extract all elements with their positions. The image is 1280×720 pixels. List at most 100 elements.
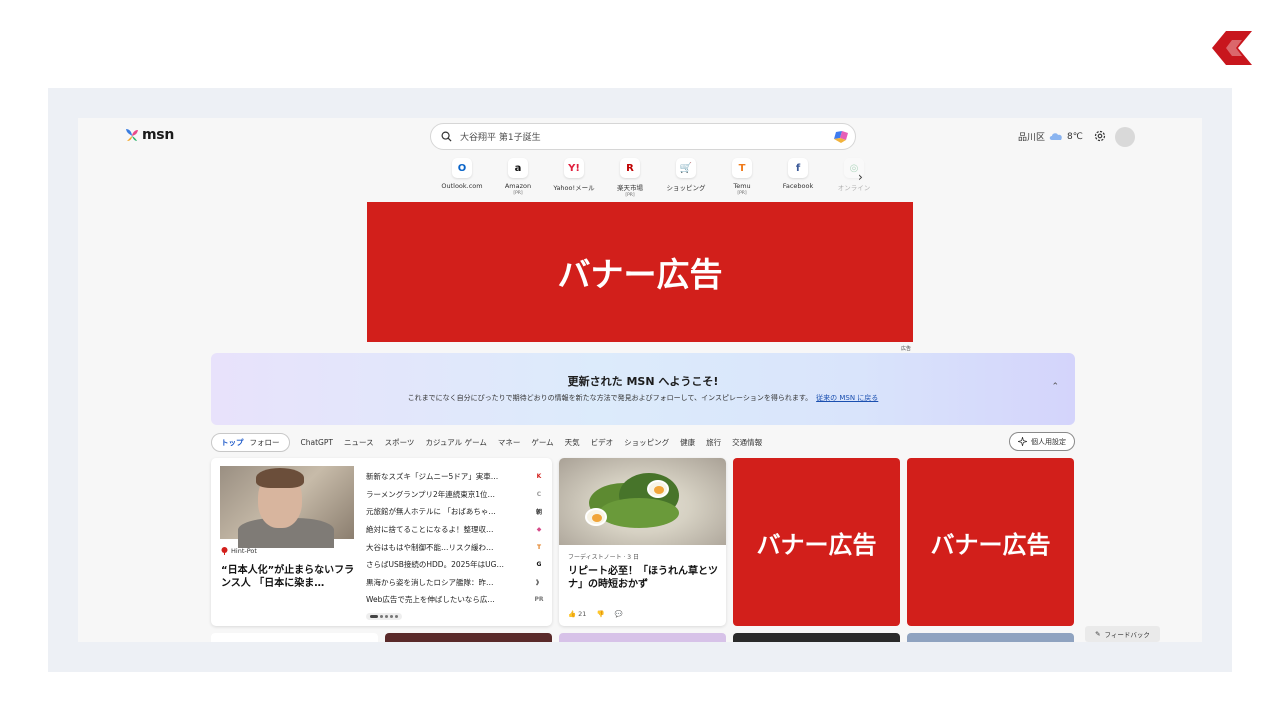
quick-link-label: Facebook [782,182,814,190]
headline-item[interactable]: ラーメングランプリ2年連続東京1位… C [366,486,544,504]
headline-item[interactable]: 大谷はもはや制御不能…リスク緩わ… T [366,538,544,556]
profile-avatar[interactable] [1115,127,1135,147]
tab-money[interactable]: マネー [498,437,521,448]
feedback-icon: ✎ [1095,630,1101,638]
headline-text: 元旅館が無人ホテルに 「おばあちゃ… [366,507,496,517]
publisher-logo-icon: 》 [535,579,542,587]
tab-games[interactable]: ゲーム [531,437,553,448]
next-row-card-3[interactable] [559,633,726,642]
tab-top[interactable]: トップ [218,437,247,448]
dislike-icon[interactable]: 👎 [596,610,604,618]
carousel-pager[interactable] [366,613,402,620]
category-tabs: トップ フォロー ChatGPT ニュース スポーツ カジュアル ゲーム マネー… [211,432,1075,452]
ad-label: 広告 [901,346,912,352]
search-box[interactable]: 大谷翔平 第1子誕生 [430,123,856,150]
headline-item[interactable]: Web広告で売上を伸ばしたいなら広… PR [366,591,544,609]
quick-link-label: Yahoo!メール [553,184,595,192]
welcome-panel: 更新された MSN へようこそ! これまでになく自分にぴったりで期待どおりの情報… [211,353,1075,425]
headline-text: さらばUSB接続のHDD。2025年はUG… [366,560,504,570]
weather-location: 品川区 [1018,133,1046,143]
publisher-logo-icon: ◆ [536,526,542,534]
personalize-button[interactable]: 個人用設定 [1009,432,1075,451]
facebook-icon: f [788,158,808,178]
quick-links-next-icon[interactable]: › [858,170,863,184]
tab-follow[interactable]: フォロー [247,437,283,448]
msn-logo[interactable]: msn [124,127,174,143]
quick-link-label: オンライン [837,184,871,192]
feature-source: Hint-Pot [221,547,257,555]
next-row-card-5[interactable] [907,633,1074,642]
tab-chatgpt[interactable]: ChatGPT [301,438,333,447]
settings-gear-icon[interactable] [1093,129,1107,143]
like-count: 21 [578,610,587,618]
feature-headline[interactable]: “日本人化”が止まらないフランス人 「日本に染ま… [221,564,356,590]
next-row-card-1[interactable] [211,633,378,642]
tab-shopping[interactable]: ショッピング [624,437,669,448]
publisher-logo-icon: T [536,543,542,551]
headline-list: 新新なスズキ「ジムニー5ドア」実車… K ラーメングランプリ2年連続東京1位… C 元旅… [366,468,544,609]
msn-logo-text: msn [142,127,174,143]
quick-link-label: ショッピング [666,184,706,192]
copilot-icon[interactable] [833,129,849,145]
quick-link-4[interactable]: 🛒 ショッピング [658,158,714,198]
feature-source-name: Hint-Pot [231,547,257,555]
quick-link-6[interactable]: f Facebook [770,158,826,198]
recipe-actions: 👍 21 👎 💬 [568,610,623,618]
recipe-headline[interactable]: リピート必至！「ほうれん草とツナ」の時短おかず [568,565,720,591]
rakuten-icon: R [620,158,640,178]
welcome-text: これまでになく自分にぴったりで期待どおりの情報を新たな方法で発見およびフォローし… [407,394,813,402]
quick-link-0[interactable]: O Outlook.com [434,158,490,198]
weather-widget[interactable]: 品川区 8℃ [1018,130,1083,144]
like-button[interactable]: 👍 21 [568,610,586,618]
banner-ad-card-2[interactable]: バナー広告 [907,458,1074,626]
quick-link-3[interactable]: R 楽天市場 [PR] [602,158,658,198]
headline-item[interactable]: 黒海から姿を消したロシア艦隊：昨… 》 [366,574,544,592]
publisher-logo-icon: C [536,490,542,498]
tab-weather[interactable]: 天気 [565,437,580,448]
quick-link-1[interactable]: a Amazon [PR] [490,158,546,198]
quick-link-pr-tag: [PR] [737,191,747,196]
tab-news[interactable]: ニュース [344,437,374,448]
feedback-button[interactable]: ✎ フィードバック [1085,626,1160,642]
next-row-card-4[interactable] [733,633,900,642]
tab-video[interactable]: ビデオ [591,437,614,448]
headline-text: 絶対に捨てることになるよ！整理収… [366,525,494,535]
headline-item[interactable]: 絶対に捨てることになるよ！整理収… ◆ [366,521,544,539]
banner-ad-card-1[interactable]: バナー広告 [733,458,900,626]
headline-text: ラーメングランプリ2年連続東京1位… [366,489,496,499]
yahoo-mail-icon: Y! [564,158,584,178]
tab-traffic[interactable]: 交通情報 [732,437,762,448]
headline-text: 黒海から姿を消したロシア艦隊：昨… [366,577,494,587]
collapse-chevron-icon[interactable]: ⌃ [1051,382,1059,392]
quick-link-7[interactable]: ◎ オンライン [826,158,882,198]
top-banner-ad[interactable]: バナー広告 [367,202,913,342]
outlook-icon: O [452,158,472,178]
recipe-photo[interactable] [559,458,726,545]
tab-sports[interactable]: スポーツ [385,437,415,448]
feature-news-card[interactable]: Hint-Pot “日本人化”が止まらないフランス人 「日本に染ま… 新新なスズ… [211,458,552,626]
publisher-logo-icon: K [536,473,542,481]
tab-casual-games[interactable]: カジュアル ゲーム [425,437,486,448]
headline-item[interactable]: 新新なスズキ「ジムニー5ドア」実車… K [366,468,544,486]
welcome-body: これまでになく自分にぴったりで期待どおりの情報を新たな方法で発見およびフォローし… [211,393,1075,403]
quick-link-pr-tag: [PR] [513,191,523,196]
comment-icon[interactable]: 💬 [615,610,623,618]
headline-item[interactable]: さらばUSB接続のHDD。2025年はUG… G [366,556,544,574]
recipe-card[interactable]: フーディストノート · 3 日 リピート必至！「ほうれん草とツナ」の時短おかず … [559,458,726,626]
headline-item[interactable]: 元旅館が無人ホテルに 「おばあちゃ… 朝 [366,503,544,521]
headline-text: Web広告で売上を伸ばしたいなら広… [366,595,495,605]
publisher-logo-icon: G [536,561,542,569]
search-query: 大谷翔平 第1子誕生 [460,133,541,143]
quick-link-5[interactable]: T Temu [PR] [714,158,770,198]
quick-link-label: Outlook.com [441,182,483,190]
quick-link-2[interactable]: Y! Yahoo!メール [546,158,602,198]
headline-text: 新新なスズキ「ジムニー5ドア」実車… [366,472,499,482]
legacy-msn-link[interactable]: 従来の MSN に戻る [816,394,878,402]
tab-health[interactable]: 健康 [680,437,695,448]
tab-travel[interactable]: 旅行 [706,437,721,448]
feature-photo[interactable] [220,466,354,548]
next-row-card-2[interactable] [385,633,552,642]
cloud-icon [1049,133,1062,140]
feedback-label: フィードバック [1104,631,1150,639]
personalize-label: 個人用設定 [1031,437,1066,446]
